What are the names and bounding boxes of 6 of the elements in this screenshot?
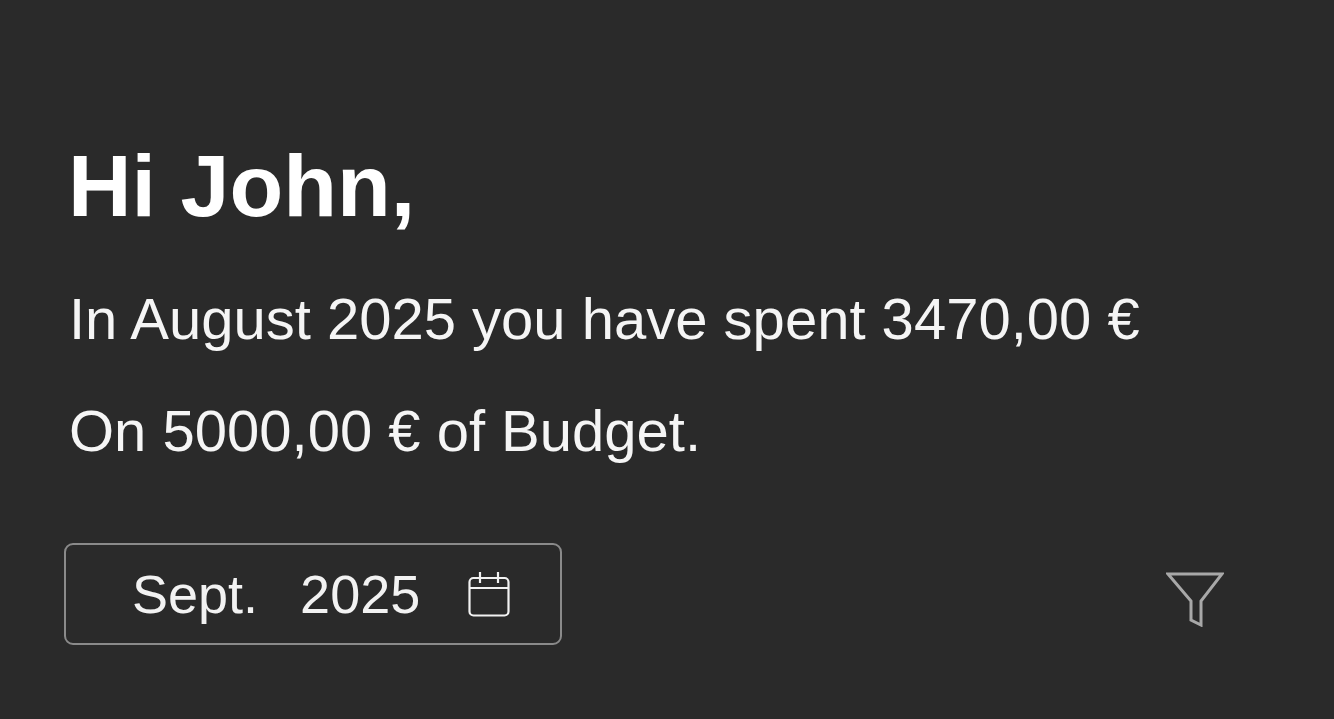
spending-summary: In August 2025 you have spent 3470,00 €: [68, 286, 1140, 352]
filter-icon[interactable]: [1166, 571, 1224, 627]
month-picker[interactable]: Sept. 2025: [64, 543, 562, 645]
calendar-icon: [468, 571, 511, 617]
greeting-heading: Hi John,: [68, 136, 416, 236]
spending-summary: On 5000,00 € of Budget.: [68, 398, 702, 464]
